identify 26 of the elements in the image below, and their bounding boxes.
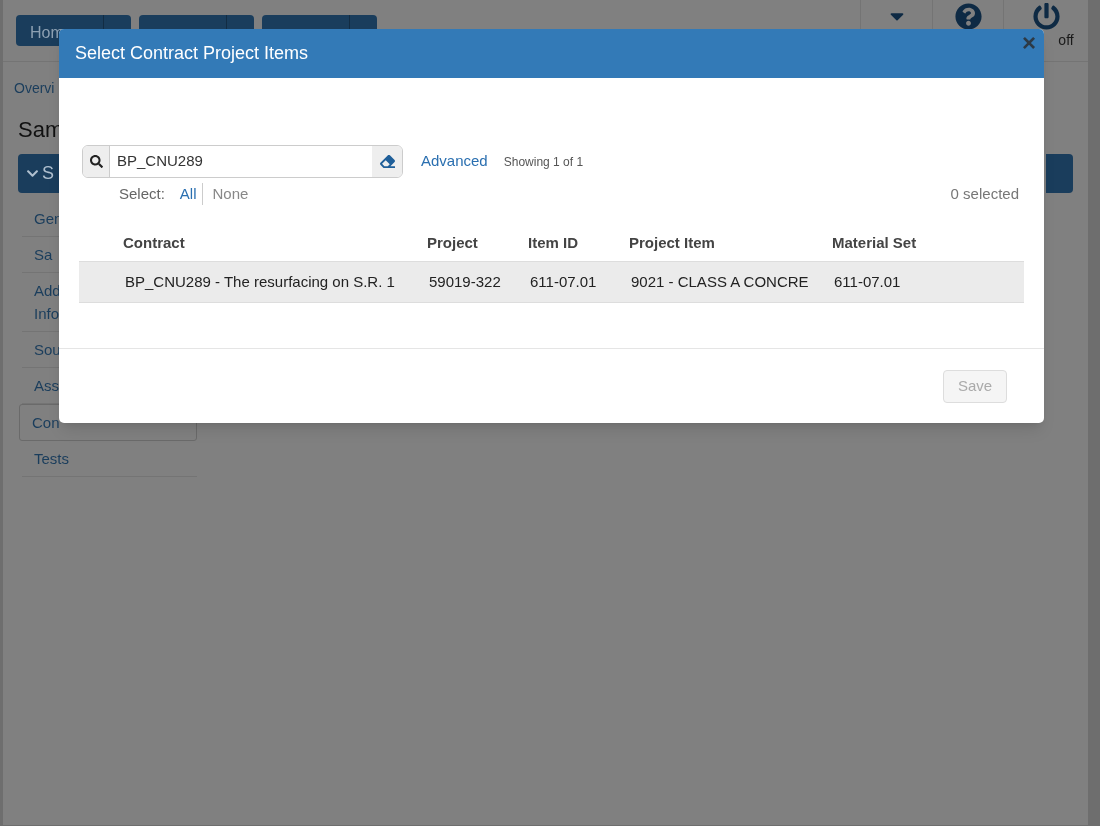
search-input[interactable]: BP_CNU289	[110, 146, 372, 177]
table-cell: 59019-322	[429, 272, 501, 290]
table-row[interactable]: BP_CNU289 - The resurfacing on S.R. 1 59019-322 611-07.01 9021 - CLASS A CONCRE 611-07.01	[79, 262, 1024, 303]
table-cell: 611-07.01	[530, 272, 597, 290]
help-icon[interactable]	[954, 3, 982, 30]
power-icon[interactable]	[1032, 3, 1060, 30]
select-label: Select:	[119, 183, 165, 204]
section-header[interactable]: S	[18, 154, 59, 193]
column-header[interactable]: Contract	[123, 234, 185, 252]
column-header[interactable]: Project Item	[629, 234, 715, 252]
column-header[interactable]: Item ID	[528, 234, 578, 252]
table-cell: BP_CNU289 - The resurfacing on S.R. 1	[125, 272, 395, 290]
selected-count: 0 selected	[950, 183, 1019, 204]
column-header[interactable]: Material Set	[832, 234, 917, 252]
select-link[interactable]: All	[179, 182, 202, 206]
column-header[interactable]: Project	[427, 234, 478, 252]
eraser-icon[interactable]	[379, 154, 395, 169]
search-field[interactable]: BP_CNU289	[82, 145, 403, 178]
chevron-down-icon	[26, 167, 39, 180]
table-cell: 9021 - CLASS A CONCRE	[631, 272, 809, 290]
dialog-title: Select Contract Project Items	[75, 42, 309, 65]
search-icon	[89, 155, 103, 168]
result-count: Showing 1 of 1	[503, 153, 584, 171]
table-cell: 611-07.01	[834, 272, 901, 290]
advanced-link[interactable]: Advanced	[421, 150, 488, 173]
logoff-label[interactable]: off	[1058, 30, 1074, 51]
